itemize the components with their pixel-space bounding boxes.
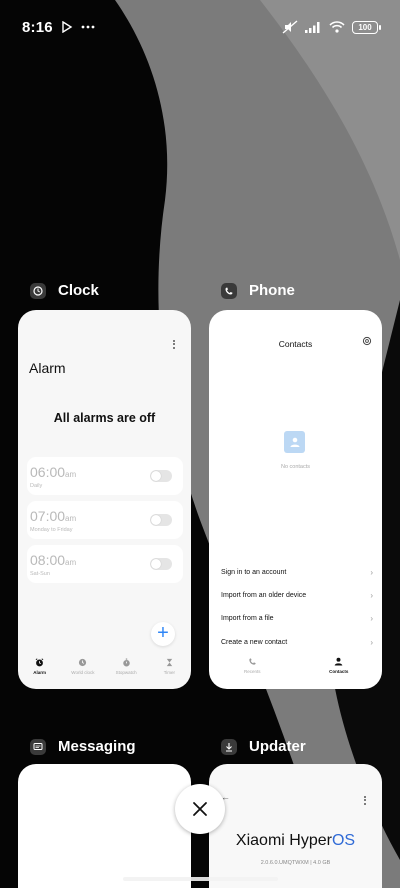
tab-recents: Recents — [227, 657, 277, 689]
chevron-right-icon: › — [370, 568, 373, 577]
alarm-repeat: Monday to Friday — [30, 527, 73, 533]
alarm-ampm: am — [65, 514, 77, 523]
alarm-time: 08:00 — [30, 552, 66, 568]
tab-timer-label: Timer — [163, 670, 176, 675]
updater-app-icon — [221, 738, 237, 755]
settings-gear-icon — [362, 336, 372, 346]
alarm-toggle — [150, 470, 172, 482]
contacts-title: Contacts — [278, 339, 313, 349]
alarm-clock-icon — [35, 658, 44, 667]
alarm-repeat: Daily — [30, 483, 43, 489]
status-bar: 8:16 100 — [0, 0, 400, 54]
import-older-device-option: Import from an older device › — [221, 591, 373, 600]
app-header-updater[interactable]: Updater — [221, 738, 306, 755]
app-header-messaging[interactable]: Messaging — [30, 738, 136, 755]
tab-recents-label: Recents — [243, 669, 261, 674]
messaging-app-card[interactable] — [18, 764, 191, 888]
chevron-right-icon: › — [370, 614, 373, 623]
chevron-right-icon: › — [370, 638, 373, 647]
tab-world-clock-label: World clock — [71, 670, 95, 675]
alarm-row: 07:00am Monday to Friday — [27, 501, 183, 539]
brand-prefix: Xiaomi Hyper — [235, 832, 332, 849]
option-label: Import from a file — [221, 615, 274, 622]
contacts-person-icon — [334, 657, 343, 666]
clock-app-icon — [30, 282, 46, 299]
phone-app-icon — [221, 282, 237, 299]
play-store-icon — [62, 21, 73, 33]
no-contacts-message: No contacts — [280, 464, 311, 470]
tab-alarm-label: Alarm — [33, 670, 46, 675]
app-name-phone: Phone — [249, 282, 295, 299]
tab-alarm: Alarm — [20, 658, 60, 675]
option-label: Create a new contact — [221, 639, 288, 646]
brand-suffix: OS — [331, 832, 356, 849]
more-dots-icon — [81, 25, 95, 29]
clear-all-button[interactable] — [175, 784, 225, 834]
phone-recents-icon — [249, 658, 256, 665]
contact-placeholder-icon — [284, 431, 305, 453]
sign-in-account-option: Sign in to an account › — [221, 568, 373, 577]
tab-timer: Timer — [149, 658, 189, 675]
tab-stopwatch: Stopwatch — [106, 658, 146, 675]
alarm-row: 06:00am Daily — [27, 457, 183, 495]
option-label: Sign in to an account — [221, 569, 287, 576]
import-file-option: Import from a file › — [221, 614, 373, 623]
phone-tab-bar: Recents Contacts — [209, 651, 382, 689]
os-brand-title: Xiaomi HyperOS — [209, 832, 382, 850]
alarm-ampm: am — [65, 470, 77, 479]
battery-level: 100 — [358, 22, 372, 32]
clock-tab-bar: Alarm World clock Stopwatch Timer — [18, 653, 191, 689]
alarm-toggle — [150, 558, 172, 570]
wifi-icon — [329, 21, 345, 33]
world-clock-icon — [79, 658, 87, 667]
alarm-toggle — [150, 514, 172, 526]
app-name-updater: Updater — [249, 738, 306, 755]
more-options-icon — [364, 794, 366, 806]
battery-icon: 100 — [352, 20, 381, 34]
tab-world-clock: World clock — [63, 658, 103, 675]
add-alarm-button: + — [151, 622, 175, 646]
signal-icon — [305, 22, 320, 33]
more-options-icon — [173, 338, 176, 350]
phone-app-card[interactable]: Contacts No contacts Sign in to an accou… — [209, 310, 382, 689]
os-version-text: 2.0.6.0.UMQTWXM | 4.0 GB — [260, 860, 331, 866]
messaging-app-icon — [30, 738, 46, 755]
alarm-repeat: Sat-Sun — [30, 571, 50, 577]
tab-stopwatch-label: Stopwatch — [115, 670, 137, 675]
alarm-time: 07:00 — [30, 508, 66, 524]
option-label: Import from an older device — [221, 592, 307, 599]
updater-app-card[interactable]: ← Xiaomi HyperOS 2.0.6.0.UMQTWXM | 4.0 G… — [209, 764, 382, 888]
alarm-ampm: am — [65, 558, 77, 567]
close-icon — [193, 802, 207, 816]
chevron-right-icon: › — [370, 591, 373, 600]
create-contact-option: Create a new contact › — [221, 638, 373, 647]
alarm-row: 08:00am Sat-Sun — [27, 545, 183, 583]
app-header-phone[interactable]: Phone — [221, 282, 295, 299]
stopwatch-icon — [122, 658, 130, 667]
hourglass-icon — [166, 658, 173, 667]
status-time: 8:16 — [22, 18, 53, 36]
app-name-clock: Clock — [58, 282, 99, 299]
clock-app-card[interactable]: Alarm All alarms are off 06:00am Daily 0… — [18, 310, 191, 689]
alarm-title: Alarm — [29, 360, 66, 376]
mute-icon — [282, 20, 298, 34]
tab-contacts-label: Contacts — [329, 669, 349, 674]
tab-contacts: Contacts — [314, 657, 364, 689]
app-name-messaging: Messaging — [58, 738, 136, 755]
alarm-time: 06:00 — [30, 464, 66, 480]
alarms-off-message: All alarms are off — [53, 411, 156, 425]
home-indicator[interactable] — [123, 877, 278, 881]
app-header-clock[interactable]: Clock — [30, 282, 99, 299]
